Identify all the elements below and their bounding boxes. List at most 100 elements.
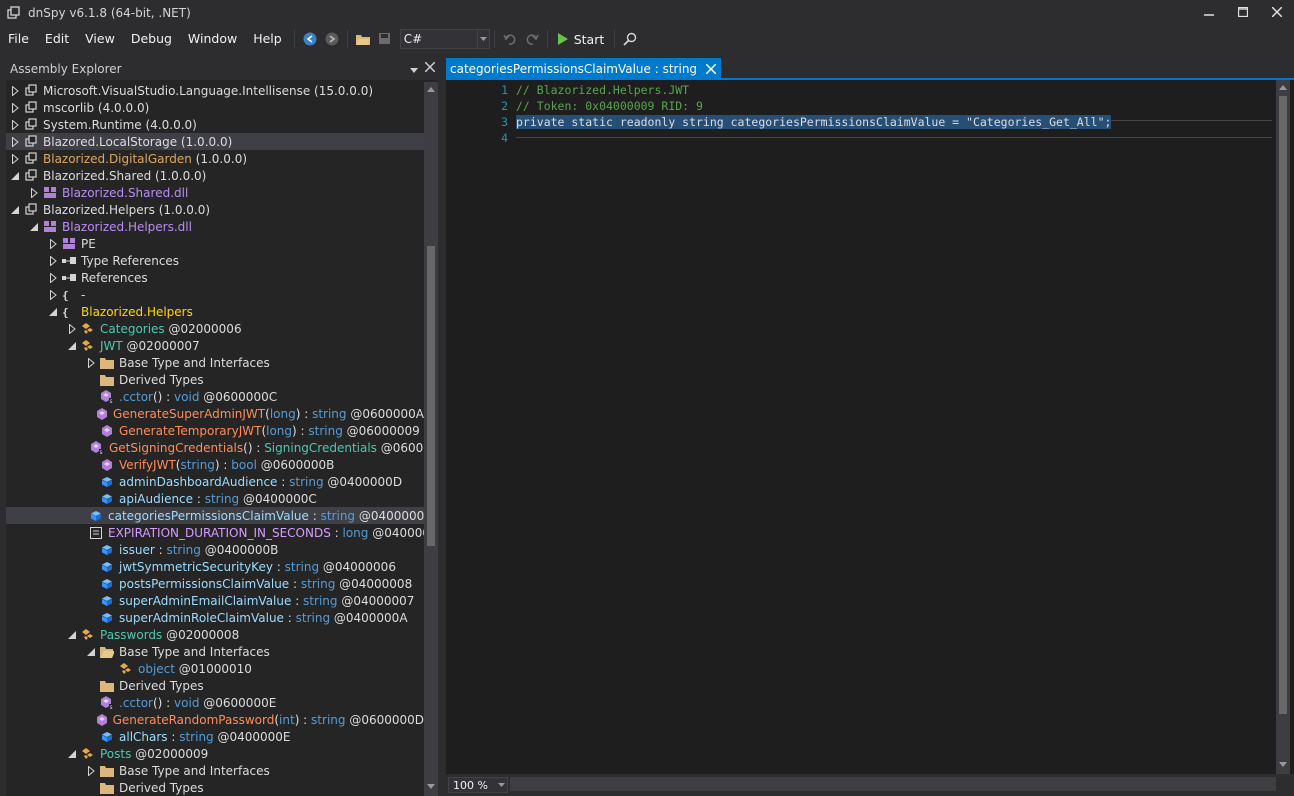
expand-arrow-icon[interactable]	[67, 323, 77, 334]
tree-node[interactable]: Derived Types	[6, 779, 424, 796]
tree-node[interactable]: categoriesPermissionsClaimValue : string…	[6, 507, 424, 524]
code-editor[interactable]: 1 2 3 4 // Blazorized.Helpers.JWT // Tok…	[446, 80, 1294, 774]
tree-node[interactable]: jwtSymmetricSecurityKey : string @040000…	[6, 558, 424, 575]
scroll-down-icon[interactable]	[427, 784, 435, 792]
language-select[interactable]: C#	[399, 29, 490, 49]
tree-node[interactable]: object @01000010	[6, 660, 424, 677]
expand-arrow-icon[interactable]	[48, 272, 58, 283]
forward-button[interactable]	[321, 28, 343, 50]
undo-icon[interactable]	[499, 28, 521, 50]
tree-scrollbar[interactable]	[424, 82, 438, 796]
tree-node[interactable]: issuer : string @0400000B	[6, 541, 424, 558]
tree-node[interactable]: apiAudience : string @0400000C	[6, 490, 424, 507]
scroll-up-icon[interactable]	[427, 86, 435, 94]
editor-tab[interactable]: categoriesPermissionsClaimValue : string	[446, 58, 722, 79]
save-all-icon[interactable]	[374, 28, 396, 50]
tree-node[interactable]: Posts @02000009	[6, 745, 424, 762]
search-icon[interactable]	[619, 28, 641, 50]
expand-arrow-icon[interactable]	[86, 357, 96, 368]
tree-node[interactable]: VerifyJWT(string) : bool @0600000B	[6, 456, 424, 473]
collapse-arrow-icon[interactable]	[67, 341, 77, 351]
tree-node[interactable]: allChars : string @0400000E	[6, 728, 424, 745]
panel-menu-chevron-icon[interactable]	[410, 62, 418, 76]
minimize-button[interactable]	[1192, 0, 1226, 24]
maximize-button[interactable]	[1226, 0, 1260, 24]
panel-close-icon[interactable]	[424, 61, 436, 75]
tree-node[interactable]: s GetSigningCredentials() : SigningCreden…	[6, 439, 424, 456]
expand-arrow-icon[interactable]	[29, 187, 39, 198]
tree-node[interactable]: JWT @02000007	[6, 337, 424, 354]
label-part: GetSigningCredentials	[109, 440, 244, 455]
scroll-down-icon[interactable]	[1279, 762, 1287, 770]
back-button[interactable]	[299, 28, 321, 50]
tree-node[interactable]: Blazorized.Shared.dll	[6, 184, 424, 201]
expand-arrow-icon[interactable]	[48, 255, 58, 266]
tree-node[interactable]: Passwords @02000008	[6, 626, 424, 643]
menu-file[interactable]: File	[0, 28, 37, 50]
open-folder-icon[interactable]	[352, 28, 374, 50]
tree-node[interactable]: postsPermissionsClaimValue : string @040…	[6, 575, 424, 592]
tree-node[interactable]: { }-	[6, 286, 424, 303]
tree-node[interactable]: References	[6, 269, 424, 286]
tree-node[interactable]: superAdminRoleClaimValue : string @04000…	[6, 609, 424, 626]
redo-icon[interactable]	[521, 28, 543, 50]
expand-arrow-icon[interactable]	[10, 119, 20, 130]
tree-node[interactable]: Microsoft.VisualStudio.Language.Intellis…	[6, 82, 424, 99]
tree-node[interactable]: Categories @02000006	[6, 320, 424, 337]
collapse-arrow-icon[interactable]	[67, 749, 77, 759]
close-window-button[interactable]	[1260, 0, 1294, 24]
editor-scroll-thumb[interactable]	[1279, 96, 1287, 714]
toolbar-separator	[346, 30, 348, 48]
expand-arrow-icon[interactable]	[10, 85, 20, 96]
tree-node[interactable]: GenerateRandomPassword(int) : string @06…	[6, 711, 424, 728]
expand-arrow-icon[interactable]	[48, 238, 58, 249]
tree-node[interactable]: Blazorized.Shared (1.0.0.0)	[6, 167, 424, 184]
tree-node[interactable]: System.Runtime (4.0.0.0)	[6, 116, 424, 133]
tree-node[interactable]: Blazorized.Helpers.dll	[6, 218, 424, 235]
tree-node[interactable]: Blazorized.Helpers (1.0.0.0)	[6, 201, 424, 218]
collapse-arrow-icon[interactable]	[29, 222, 39, 232]
expand-arrow-icon[interactable]	[10, 136, 20, 147]
collapse-arrow-icon[interactable]	[86, 647, 96, 657]
tree-node[interactable]: Base Type and Interfaces	[6, 354, 424, 371]
tree-node[interactable]: superAdminEmailClaimValue : string @0400…	[6, 592, 424, 609]
start-button[interactable]: Start	[552, 28, 611, 50]
tree-scroll-thumb[interactable]	[427, 246, 435, 546]
tree-node[interactable]: Blazorized.DigitalGarden (1.0.0.0)	[6, 150, 424, 167]
tree-node[interactable]: Base Type and Interfaces	[6, 762, 424, 779]
collapse-arrow-icon[interactable]	[67, 630, 77, 640]
tree-node[interactable]: PE	[6, 235, 424, 252]
tree-node[interactable]: EXPIRATION_DURATION_IN_SECONDS : long @0…	[6, 524, 424, 541]
tree-node[interactable]: GenerateSuperAdminJWT(long) : string @06…	[6, 405, 424, 422]
expand-arrow-icon[interactable]	[10, 102, 20, 113]
horizontal-scrollbar[interactable]	[510, 777, 1276, 791]
tree-node[interactable]: adminDashboardAudience : string @0400000…	[6, 473, 424, 490]
tree-node[interactable]: GenerateTemporaryJWT(long) : string @060…	[6, 422, 424, 439]
tree-node[interactable]: Base Type and Interfaces	[6, 643, 424, 660]
tree-node[interactable]: Blazored.LocalStorage (1.0.0.0)	[6, 133, 424, 150]
menu-help[interactable]: Help	[245, 28, 290, 50]
collapse-arrow-icon[interactable]	[10, 171, 20, 181]
zoom-select[interactable]: 100 %	[448, 777, 508, 793]
tree-node[interactable]: s .cctor() : void @0600000C	[6, 388, 424, 405]
tree-node[interactable]: Derived Types	[6, 677, 424, 694]
tree-node[interactable]: { } Blazorized.Helpers	[6, 303, 424, 320]
menu-edit[interactable]: Edit	[37, 28, 77, 50]
menu-view[interactable]: View	[77, 28, 123, 50]
menu-window[interactable]: Window	[180, 28, 245, 50]
tree-node[interactable]: s .cctor() : void @0600000E	[6, 694, 424, 711]
expand-arrow-icon[interactable]	[10, 153, 20, 164]
editor-scrollbar[interactable]	[1276, 80, 1290, 774]
collapse-arrow-icon[interactable]	[10, 205, 20, 215]
tab-close-icon[interactable]	[705, 63, 717, 75]
menu-debug[interactable]: Debug	[123, 28, 180, 50]
tree-node[interactable]: Type References	[6, 252, 424, 269]
expand-arrow-icon[interactable]	[48, 289, 58, 300]
tree-node[interactable]: mscorlib (4.0.0.0)	[6, 99, 424, 116]
expand-arrow-icon[interactable]	[86, 765, 96, 776]
collapse-arrow-icon[interactable]	[48, 307, 58, 317]
tree-node[interactable]: Derived Types	[6, 371, 424, 388]
scroll-up-icon[interactable]	[1279, 84, 1287, 92]
